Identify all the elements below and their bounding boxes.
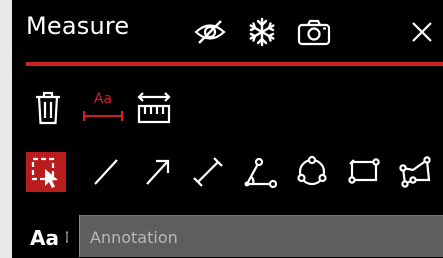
circle-tool[interactable] (292, 152, 332, 192)
tools-row-1: Aa (12, 88, 443, 132)
measure-panel: Measure Aa Aa Annotation (12, 0, 443, 258)
panel-title: Measure (26, 12, 130, 40)
rectangle-tool[interactable] (344, 152, 384, 192)
polygon-tool[interactable] (396, 152, 436, 192)
text-cursor-icon (66, 231, 68, 243)
arrow-tool[interactable] (138, 152, 178, 192)
text-label-glyph: Aa (94, 91, 112, 107)
ruler-icon[interactable] (136, 88, 172, 128)
accent-divider (26, 62, 443, 66)
close-icon[interactable] (404, 14, 440, 50)
line-tool[interactable] (86, 152, 126, 192)
text-label-icon[interactable]: Aa (80, 88, 126, 128)
angle-tool[interactable] (240, 152, 280, 192)
eye-slash-icon[interactable] (192, 14, 228, 50)
panel-header: Measure (12, 0, 443, 60)
font-style-icon[interactable]: Aa (30, 226, 59, 250)
camera-icon[interactable] (296, 14, 332, 50)
snowflake-icon[interactable] (244, 14, 280, 50)
distance-tool[interactable] (188, 152, 228, 192)
tools-row-2 (12, 152, 443, 196)
select-tool[interactable] (26, 152, 66, 192)
annotation-input[interactable]: Annotation (79, 215, 443, 257)
trash-icon[interactable] (28, 88, 68, 128)
